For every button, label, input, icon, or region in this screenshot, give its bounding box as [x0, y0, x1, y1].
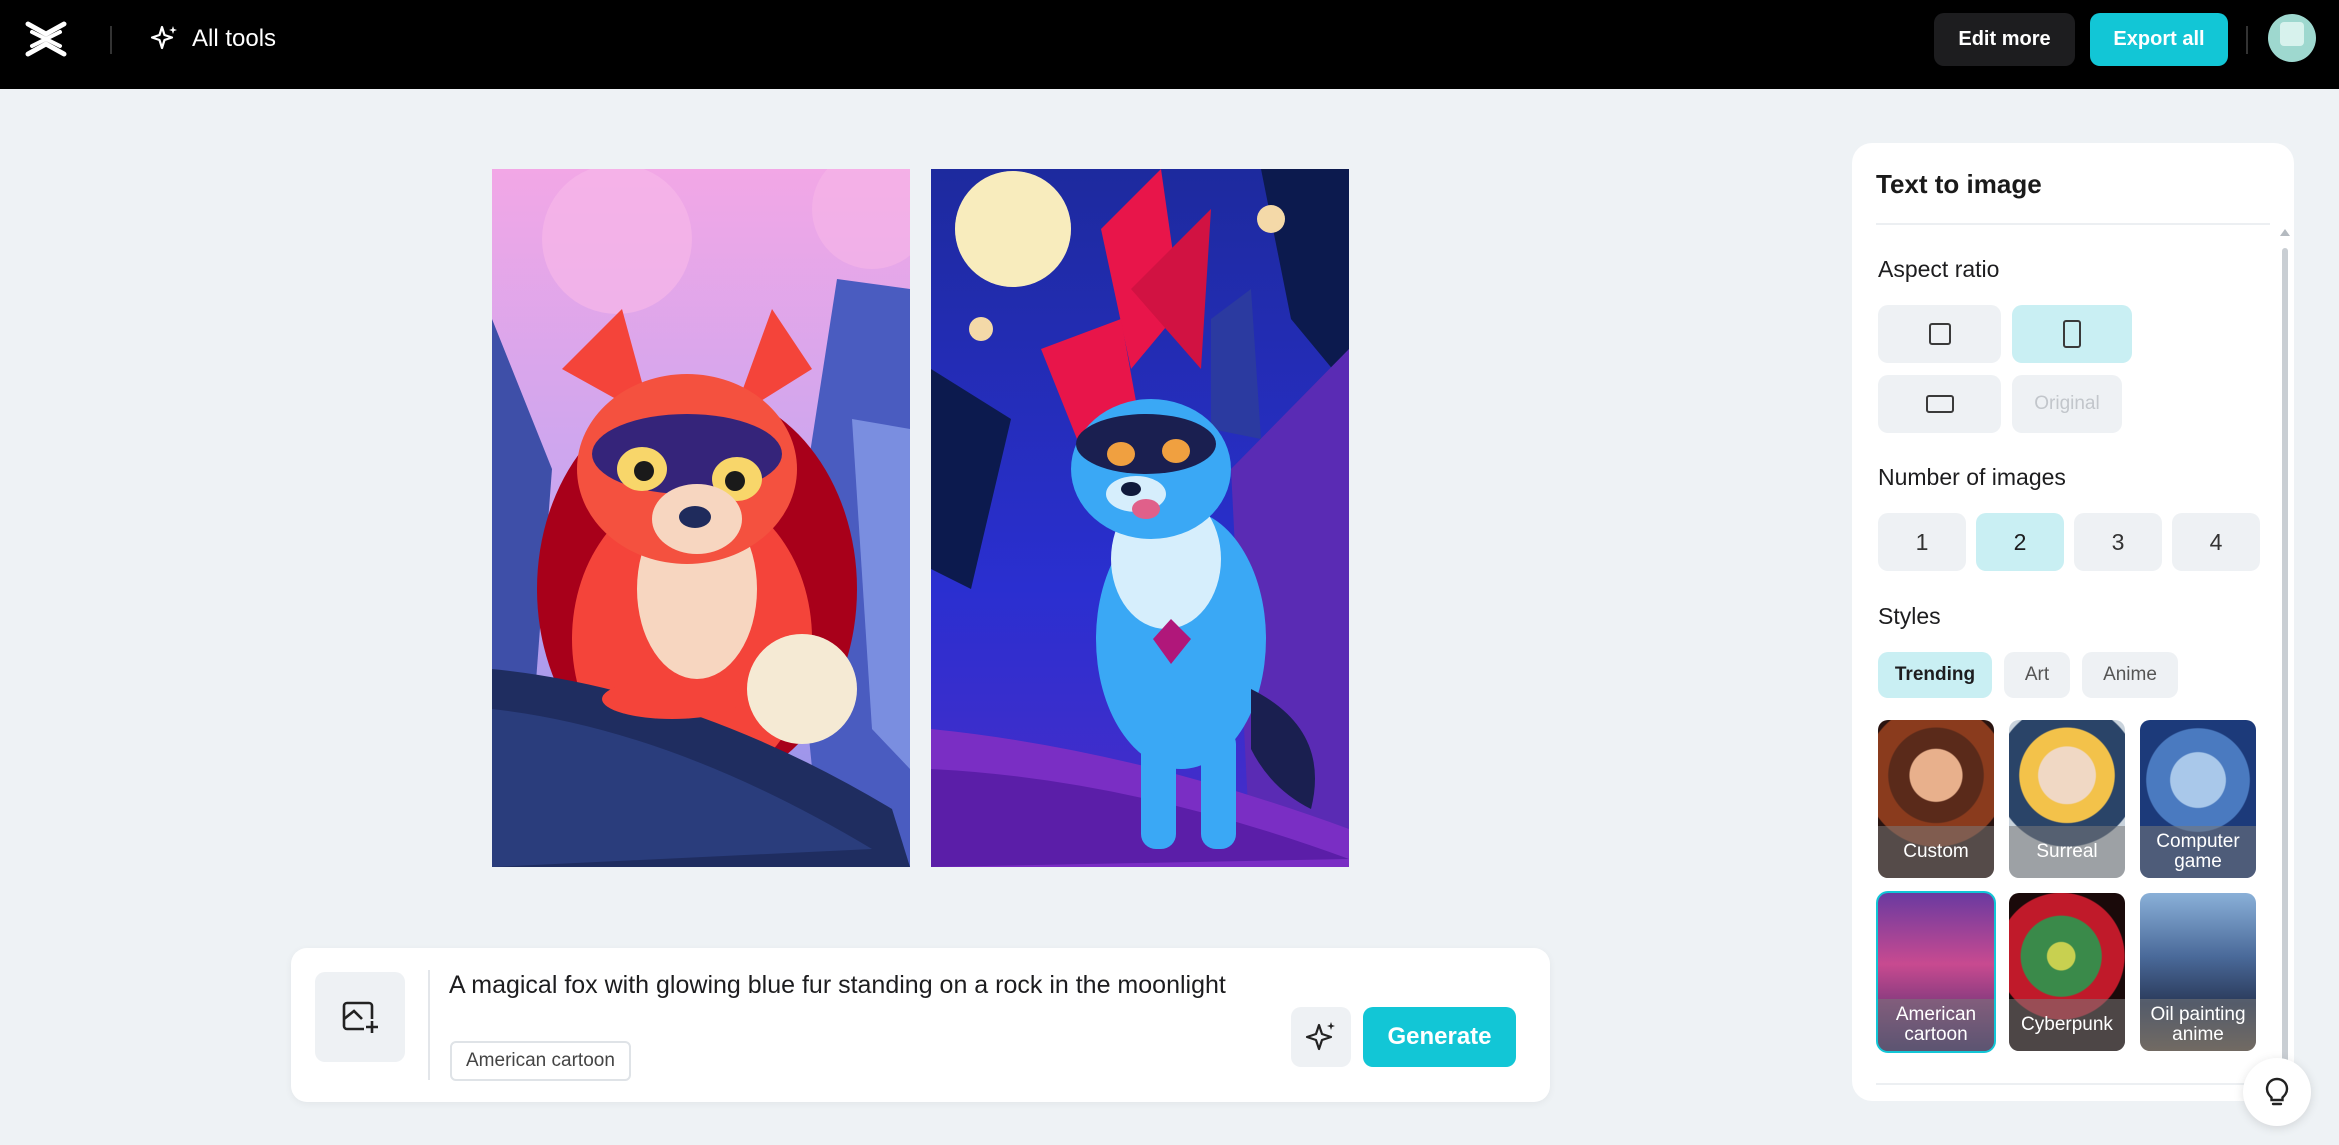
number-3-button[interactable]: 3 [2074, 513, 2162, 571]
top-bar: All tools Edit more Export all [0, 0, 2339, 89]
divider [2246, 26, 2248, 54]
sparkle-icon [150, 25, 177, 50]
scroll-up-arrow-icon[interactable] [2280, 229, 2290, 236]
avatar[interactable] [2268, 14, 2316, 62]
style-card-label: Computer game [2140, 826, 2256, 878]
aspect-original-button[interactable]: Original [2012, 375, 2122, 433]
lightbulb-icon [2265, 1077, 2289, 1106]
generate-button[interactable]: Generate [1363, 1007, 1516, 1067]
number-of-images-label: Number of images [1878, 464, 2066, 490]
divider [428, 970, 430, 1080]
tips-button[interactable] [2243, 1058, 2311, 1126]
add-image-button[interactable] [315, 972, 405, 1062]
number-2-button[interactable]: 2 [1976, 513, 2064, 571]
divider [110, 26, 112, 54]
style-card-label: Surreal [2009, 826, 2125, 878]
aspect-square-button[interactable] [1878, 305, 2001, 363]
tab-trending[interactable]: Trending [1878, 652, 1992, 698]
sparkle-icon [1305, 1022, 1335, 1051]
number-4-button[interactable]: 4 [2172, 513, 2260, 571]
panel-title: Text to image [1876, 169, 2042, 199]
capcut-logo-icon[interactable] [24, 20, 68, 58]
style-card-oil-painting-anime[interactable]: Oil painting anime [2140, 893, 2256, 1051]
number-1-button[interactable]: 1 [1878, 513, 1966, 571]
generated-image-2[interactable] [931, 169, 1349, 867]
prompt-bar: A magical fox with glowing blue fur stan… [291, 948, 1550, 1102]
style-card-label: Custom [1878, 826, 1994, 878]
square-icon [1928, 323, 1951, 345]
landscape-icon [1925, 395, 1954, 413]
style-card-label: Cyberpunk [2009, 999, 2125, 1051]
divider [1876, 223, 2270, 225]
style-card-computer-game[interactable]: Computer game [2140, 720, 2256, 878]
style-card-cyberpunk[interactable]: Cyberpunk [2009, 893, 2125, 1051]
aspect-ratio-label: Aspect ratio [1878, 256, 2000, 282]
export-all-button[interactable]: Export all [2090, 13, 2228, 66]
divider [1876, 1083, 2270, 1085]
text-to-image-panel: Text to image Aspect ratio Original Numb… [1852, 143, 2294, 1101]
inspiration-button[interactable] [1291, 1007, 1351, 1067]
tab-anime[interactable]: Anime [2082, 652, 2178, 698]
style-card-custom[interactable]: Custom [1878, 720, 1994, 878]
generated-image-1[interactable] [492, 169, 910, 867]
edit-more-button[interactable]: Edit more [1934, 13, 2075, 66]
style-card-american-cartoon[interactable]: American cartoon [1876, 891, 1996, 1053]
all-tools-label: All tools [192, 25, 277, 52]
style-card-surreal[interactable]: Surreal [2009, 720, 2125, 878]
style-tag[interactable]: American cartoon [450, 1041, 631, 1081]
portrait-icon [2063, 320, 2081, 348]
style-card-label: American cartoon [1878, 999, 1994, 1051]
all-tools-button[interactable]: All tools [148, 22, 276, 56]
scrollbar[interactable] [2282, 248, 2288, 1088]
aspect-portrait-button[interactable] [2012, 305, 2132, 363]
aspect-landscape-button[interactable] [1878, 375, 2001, 433]
styles-label: Styles [1878, 603, 1941, 629]
prompt-input[interactable]: A magical fox with glowing blue fur stan… [449, 968, 1229, 1002]
style-card-label: Oil painting anime [2140, 999, 2256, 1051]
tab-art[interactable]: Art [2004, 652, 2070, 698]
image-plus-icon [342, 1001, 380, 1035]
